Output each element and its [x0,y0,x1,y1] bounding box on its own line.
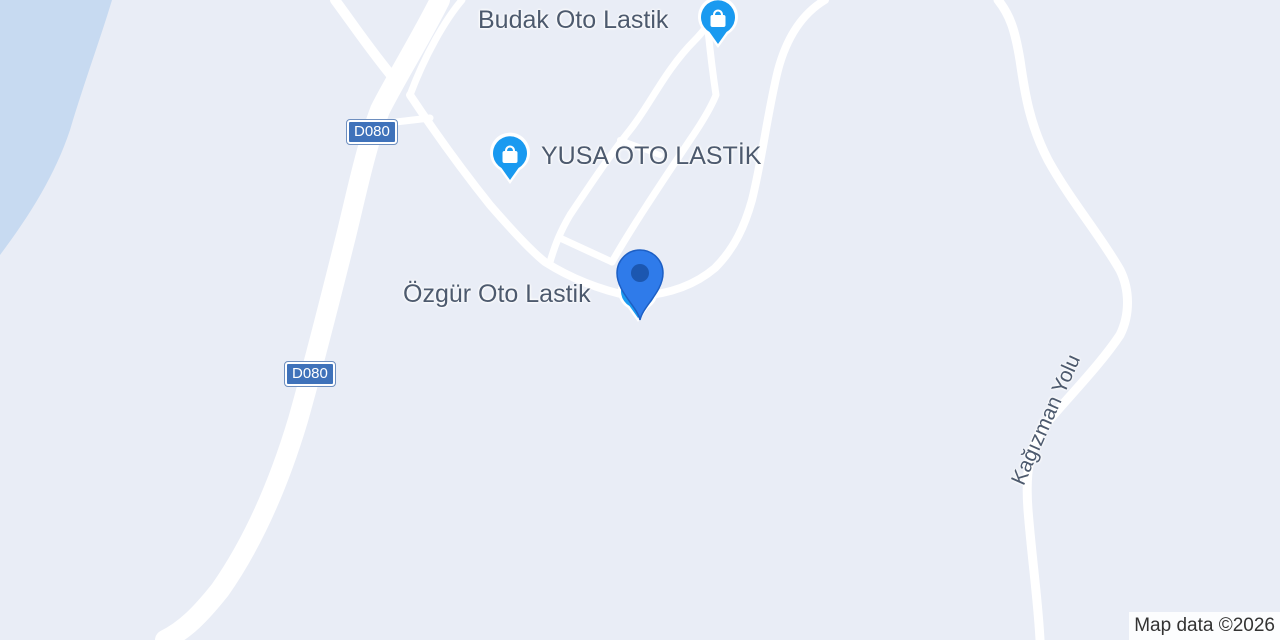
water-area [0,0,112,255]
road-main-local [406,91,634,300]
poi-label-yusa[interactable]: YUSA OTO LASTİK [541,142,761,171]
road-local-2 [556,234,616,266]
road-top-left [330,0,400,85]
shopping-bag-icon[interactable] [486,130,534,186]
route-shield-d080-top: D080 [346,119,398,145]
poi-label-budak[interactable]: Budak Oto Lastik [478,6,668,35]
map-canvas[interactable]: D080 D080 Budak Oto Lastik YUSA OTO LAST… [0,0,1280,640]
road-kagizman [993,0,1132,640]
map-attribution[interactable]: Map data ©2026 [1129,612,1280,640]
shopping-bag-icon[interactable] [694,0,742,50]
road-d080 [155,0,450,640]
route-shield-d080-bottom: D080 [284,361,336,387]
location-pin-icon[interactable] [613,246,667,322]
poi-label-ozgur[interactable]: Özgür Oto Lastik [403,280,591,309]
